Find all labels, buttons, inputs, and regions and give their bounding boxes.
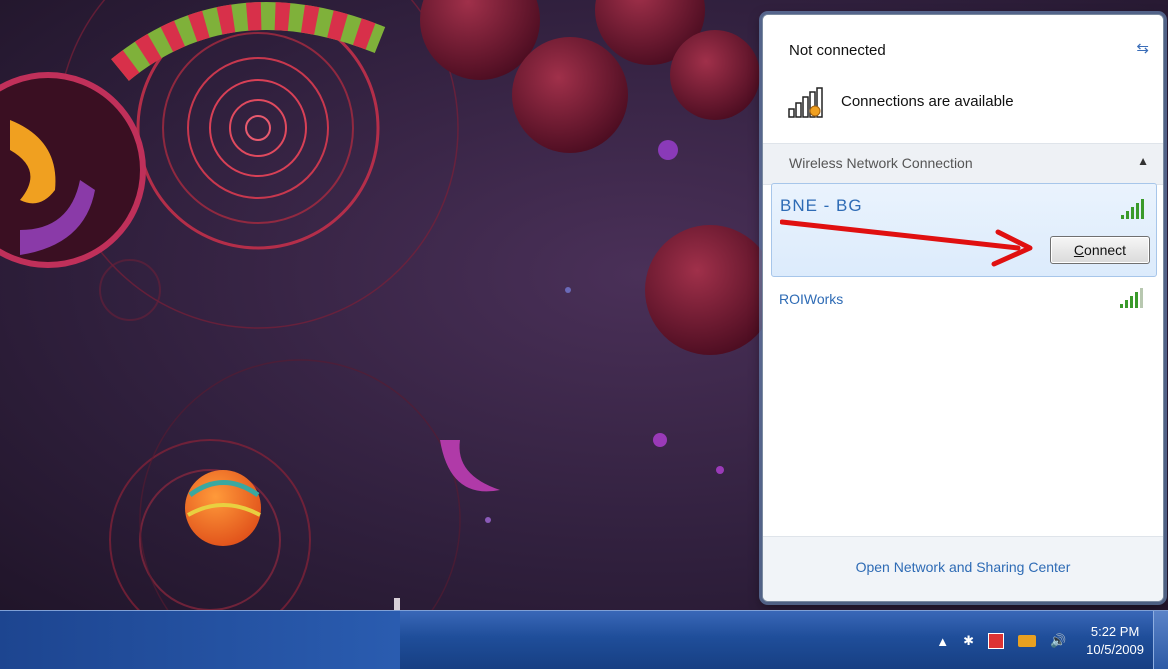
system-tray: ▲ ✱ 🔊 5:22 PM 10/5/2009: [936, 619, 1144, 663]
connect-label-rest: onnect: [1084, 242, 1127, 258]
network-flyout: Not connected ⇆ Connections are availabl…: [762, 14, 1164, 602]
taskbar: ▲ ✱ 🔊 5:22 PM 10/5/2009: [0, 610, 1168, 669]
wireless-section-label: Wireless Network Connection: [789, 155, 973, 171]
signal-strength-icon: [1121, 199, 1144, 219]
connection-status-title: Not connected: [789, 42, 886, 59]
clock-time: 5:22 PM: [1090, 624, 1140, 639]
connection-status-subtitle: Connections are available: [841, 93, 1014, 110]
network-item-selected[interactable]: BNE - BG Connect: [771, 183, 1157, 277]
show-desktop-button[interactable]: [1153, 611, 1168, 669]
network-warning-icon[interactable]: [1017, 635, 1036, 647]
flyout-footer: Open Network and Sharing Center: [763, 536, 1163, 601]
wireless-available-icon: [788, 87, 823, 118]
clock[interactable]: 5:22 PM 10/5/2009: [1086, 623, 1144, 659]
bluetooth-icon[interactable]: ✱: [963, 633, 974, 649]
wireless-section-header[interactable]: Wireless Network Connection ▲: [763, 143, 1163, 185]
taskbar-buttons-area: [0, 611, 400, 669]
network-item[interactable]: ROIWorks: [771, 283, 1155, 317]
connect-mnemonic: C: [1073, 242, 1085, 258]
volume-icon[interactable]: 🔊: [1050, 633, 1066, 649]
network-ssid: BNE - BG: [780, 196, 863, 215]
network-ssid: ROIWorks: [779, 291, 844, 307]
action-center-flag-icon[interactable]: [987, 633, 1004, 649]
connect-button[interactable]: Connect: [1050, 236, 1150, 264]
open-network-sharing-center-link[interactable]: Open Network and Sharing Center: [763, 559, 1163, 575]
connection-status: Not connected ⇆ Connections are availabl…: [763, 15, 1163, 143]
chevron-up-icon[interactable]: ▲: [1137, 154, 1149, 168]
show-hidden-icons-icon[interactable]: ▲: [936, 634, 949, 649]
signal-strength-icon: [1120, 288, 1143, 308]
refresh-icon[interactable]: ⇆: [1136, 39, 1149, 57]
clock-date: 10/5/2009: [1086, 642, 1144, 657]
